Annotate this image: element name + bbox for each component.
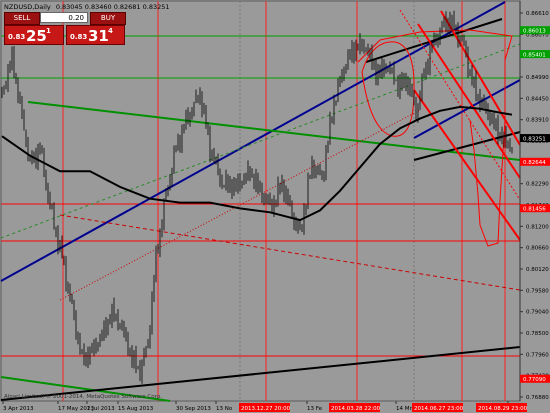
price-tick-label: 0.79040	[526, 310, 549, 316]
price-tick-label: 0.82290	[526, 182, 549, 188]
time-tick-label: 14 Mr	[396, 406, 412, 412]
buy-price-box[interactable]: 0.83 31 4	[66, 25, 125, 45]
price-tick-label: 0.86610	[526, 11, 549, 17]
date-tag-label: 2014.08.29 23:00	[478, 406, 528, 412]
price-tick-label: 0.80120	[526, 267, 549, 273]
price-tick-label: 0.79580	[526, 288, 549, 294]
watermark: Alpari Limited, © 2001-2014, MetaQuotes …	[4, 393, 162, 400]
price-tag-label: 0.85401	[523, 52, 546, 58]
date-tag-label: 2014.06.27 23:00	[414, 406, 464, 412]
buy-price-prefix: 0.83	[70, 33, 88, 41]
buy-price-fraction: 4	[108, 27, 113, 35]
sell-price-box[interactable]: 0.83 25 1	[4, 25, 64, 45]
date-tag-label: 2014.03.28 22:00	[331, 406, 381, 412]
price-tag-label: 0.81456	[523, 206, 546, 212]
price-tick-label: 0.77960	[526, 352, 549, 358]
price-tag-label: 0.82644	[523, 160, 546, 166]
chart-title: NZDUSD,Daily	[4, 3, 51, 11]
svg-text:NZDUSD,Daily 0.83045 0.8: NZDUSD,Daily 0.83045 0.83460 0.82681 0.8…	[4, 3, 170, 11]
price-tick-label: 0.84990	[526, 75, 549, 81]
sell-price-fraction: 1	[46, 27, 51, 35]
time-tick-label: 13 Fe	[307, 406, 323, 412]
ohlc-values: 0.83045 0.83460 0.82681 0.83251	[56, 3, 170, 11]
price-tag-label: 0.77090	[523, 377, 546, 383]
price-chart[interactable]: 0.866100.860700.855300.849900.844500.839…	[0, 0, 550, 413]
price-tick-label: 0.78500	[526, 331, 549, 337]
buy-price-pips: 31	[88, 27, 109, 45]
date-tag-label: 2013.12.27 20:00	[241, 406, 291, 412]
time-tick-label: 30 Sep 2013	[176, 406, 211, 412]
chart-window[interactable]: 0.866100.860700.855300.849900.844500.839…	[0, 0, 550, 413]
time-tick-label: 15 Aug 2013	[118, 406, 154, 412]
price-tick-label: 0.83910	[526, 118, 549, 124]
sell-price-pips: 25	[26, 27, 47, 45]
buy-button[interactable]: BUY	[90, 12, 126, 25]
lot-size-input[interactable]: 0.20	[40, 12, 88, 23]
price-tick-label: 0.76880	[526, 395, 549, 401]
price-tick-label: 0.81200	[526, 224, 549, 230]
price-tag-label: 0.83251	[523, 136, 546, 142]
one-click-trading-panel: SELL 0.20 BUY 0.83 25 1 0.83 31 4	[4, 12, 126, 46]
price-tick-label: 0.80660	[526, 246, 549, 252]
time-tick-label: 3 Apr 2013	[3, 406, 34, 412]
price-tick-label: 0.84450	[526, 96, 549, 102]
time-tick-label: 2 Jul 2013	[87, 406, 115, 412]
price-tag-label: 0.86013	[523, 28, 546, 34]
sell-price-prefix: 0.83	[8, 33, 26, 41]
sell-button[interactable]: SELL	[4, 12, 40, 25]
time-tick-label: 13 No	[216, 406, 233, 412]
